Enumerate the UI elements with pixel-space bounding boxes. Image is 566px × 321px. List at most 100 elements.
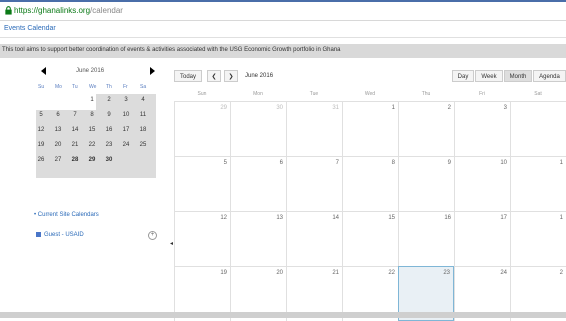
mini-dow-label: Fr — [123, 84, 128, 90]
weekday-header: Tue — [309, 91, 319, 97]
day-cell[interactable]: 12 — [174, 211, 230, 266]
day-cell[interactable]: 31 — [286, 101, 342, 156]
page-header: Events Calendar — [0, 21, 566, 38]
day-cell[interactable]: 3 — [454, 101, 510, 156]
mini-day[interactable]: 14 — [70, 127, 80, 133]
day-cell[interactable]: 15 — [342, 211, 398, 266]
mini-day[interactable]: 4 — [138, 97, 148, 103]
day-cell[interactable]: 29 — [174, 101, 230, 156]
mini-day[interactable]: 11 — [138, 112, 148, 118]
day-cell[interactable]: 6 — [230, 156, 286, 211]
day-number: 1 — [559, 215, 563, 221]
calendar-color-swatch — [36, 232, 41, 237]
mini-prev-button[interactable] — [40, 66, 48, 78]
day-cell[interactable]: 1 — [342, 101, 398, 156]
mini-day[interactable]: 15 — [87, 127, 97, 133]
mini-day[interactable]: 18 — [138, 127, 148, 133]
page-title[interactable]: Events Calendar — [4, 25, 56, 32]
day-cell[interactable]: 17 — [454, 211, 510, 266]
day-number: 23 — [443, 270, 450, 276]
day-cell[interactable]: 5 — [174, 156, 230, 211]
mini-day[interactable]: 23 — [104, 142, 114, 148]
mini-day[interactable]: 20 — [53, 142, 63, 148]
address-bar[interactable]: https://ghanalinks.org/calendar — [0, 2, 566, 21]
mini-day[interactable]: 25 — [138, 142, 148, 148]
mini-day[interactable]: 8 — [87, 112, 97, 118]
day-number: 19 — [220, 270, 227, 276]
day-number: 2 — [447, 105, 451, 111]
day-cell[interactable]: 9 — [398, 156, 454, 211]
url-host: https://ghanalinks.org — [14, 6, 91, 15]
day-cell[interactable]: 2 — [398, 101, 454, 156]
day-number: 14 — [332, 215, 339, 221]
day-number: 5 — [223, 160, 227, 166]
triangle-right-icon — [150, 67, 155, 75]
day-cell[interactable]: 1 — [510, 156, 566, 211]
day-number: 1 — [391, 105, 395, 111]
day-number: 7 — [335, 160, 339, 166]
day-cell[interactable]: 30 — [230, 101, 286, 156]
view-week-button[interactable]: Week — [475, 70, 503, 82]
day-cell[interactable] — [510, 101, 566, 156]
url-text[interactable]: https://ghanalinks.org/calendar — [14, 6, 123, 15]
mini-day[interactable]: 29 — [87, 157, 97, 163]
day-number: 15 — [388, 215, 395, 221]
day-number: 29 — [220, 105, 227, 111]
mini-day[interactable]: 19 — [36, 142, 46, 148]
weekday-header: Sat — [534, 91, 542, 97]
day-number: 10 — [500, 160, 507, 166]
mini-day[interactable]: 22 — [87, 142, 97, 148]
view-month-button[interactable]: Month — [504, 70, 532, 82]
mini-day[interactable]: 30 — [104, 157, 114, 163]
mini-day[interactable]: 28 — [70, 157, 80, 163]
mini-calendar-title: June 2016 — [76, 68, 105, 74]
day-cell[interactable]: 8 — [342, 156, 398, 211]
mini-day[interactable]: 13 — [53, 127, 63, 133]
day-cell[interactable]: 1 — [510, 211, 566, 266]
mini-day[interactable]: 17 — [121, 127, 131, 133]
day-cell[interactable]: 7 — [286, 156, 342, 211]
mini-day[interactable]: 16 — [104, 127, 114, 133]
chevron-left-icon[interactable]: ◂ — [170, 240, 173, 247]
mini-day[interactable]: 12 — [36, 127, 46, 133]
day-number: 24 — [500, 270, 507, 276]
day-number: 12 — [220, 215, 227, 221]
prev-month-button[interactable]: ❮ — [207, 70, 221, 82]
mini-day[interactable]: 7 — [70, 112, 80, 118]
plus-circle-icon[interactable]: + — [148, 231, 157, 240]
mini-day[interactable]: 5 — [36, 112, 46, 118]
mini-day[interactable]: 2 — [104, 97, 114, 103]
next-month-button[interactable]: ❯ — [224, 70, 238, 82]
day-number: 9 — [447, 160, 451, 166]
weekday-header: Mon — [253, 91, 263, 97]
day-number: 13 — [276, 215, 283, 221]
mini-day[interactable]: 3 — [121, 97, 131, 103]
view-agenda-button[interactable]: Agenda — [533, 70, 566, 82]
day-number: 2 — [559, 270, 563, 276]
guest-calendar-item[interactable]: Guest - USAID — [36, 232, 84, 238]
today-button[interactable]: Today — [174, 70, 202, 82]
mini-day[interactable]: 6 — [53, 112, 63, 118]
mini-next-button[interactable] — [148, 66, 156, 78]
day-number: 6 — [279, 160, 283, 166]
mini-day[interactable]: 21 — [70, 142, 80, 148]
mini-day[interactable]: 27 — [53, 157, 63, 163]
mini-day[interactable]: 26 — [36, 157, 46, 163]
mini-day[interactable]: 9 — [104, 112, 114, 118]
mini-day[interactable]: 24 — [121, 142, 131, 148]
info-banner: This tool aims to support better coordin… — [0, 44, 566, 58]
day-cell[interactable]: 13 — [230, 211, 286, 266]
toolbar-month-label: June 2016 — [245, 73, 274, 79]
window-bottom-border — [0, 312, 566, 318]
day-cell[interactable]: 16 — [398, 211, 454, 266]
day-cell[interactable]: 14 — [286, 211, 342, 266]
mini-dow-label: We — [89, 84, 97, 90]
day-cell[interactable]: 10 — [454, 156, 510, 211]
mini-day[interactable]: 10 — [121, 112, 131, 118]
day-number: 16 — [444, 215, 451, 221]
site-calendars-label: • Current Site Calendars — [34, 212, 99, 218]
day-number: 31 — [332, 105, 339, 111]
mini-day[interactable]: 1 — [87, 97, 97, 103]
day-number: 22 — [388, 270, 395, 276]
view-day-button[interactable]: Day — [452, 70, 474, 82]
